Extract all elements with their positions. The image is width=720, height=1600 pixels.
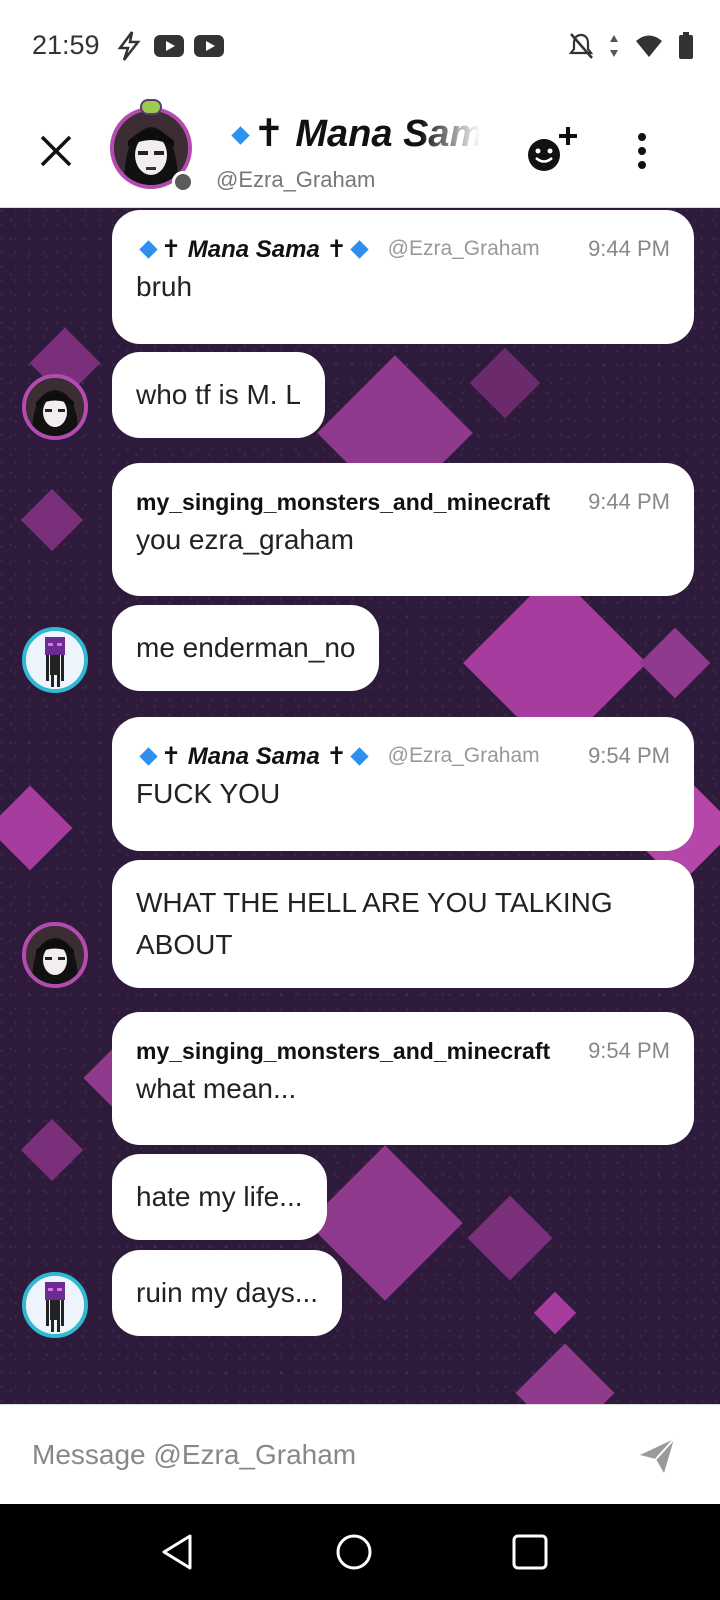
chat-header: ✝ Mana Sama ✝ @Ezra_Graham xyxy=(0,95,720,208)
avatar-image xyxy=(26,1276,84,1334)
background-pattern xyxy=(469,347,541,419)
add-friend-icon[interactable] xyxy=(526,125,582,175)
system-navigation-bar xyxy=(0,1504,720,1600)
avatar-image xyxy=(26,378,84,436)
message-bubble[interactable]: ✝ Mana Sama ✝ @Ezra_Graham 9:44 PM bruh xyxy=(112,210,694,344)
diamond-icon xyxy=(231,126,250,146)
message-bubble[interactable]: hate my life... xyxy=(112,1154,327,1240)
youtube-icon xyxy=(154,35,184,57)
sender-name[interactable]: ✝ Mana Sama ✝ xyxy=(161,742,347,771)
chat-messages-area[interactable]: ✝ Mana Sama ✝ @Ezra_Graham 9:44 PM bruh … xyxy=(0,208,720,1404)
status-icons-right xyxy=(568,32,694,60)
data-arrows-icon xyxy=(610,35,618,57)
notifications-off-icon xyxy=(568,33,594,59)
sender-name[interactable]: ✝ Mana Sama ✝ xyxy=(161,235,347,264)
diamond-icon xyxy=(349,239,369,259)
avatar[interactable] xyxy=(22,627,88,693)
message-bubble[interactable]: ruin my days... xyxy=(112,1250,343,1336)
sender-name[interactable]: my_singing_monsters_and_minecraft xyxy=(136,489,550,516)
frame-badge-icon xyxy=(140,99,162,115)
message-text: hate my life... xyxy=(136,1181,303,1212)
message-bubble[interactable]: me enderman_no xyxy=(112,605,380,691)
message-time: 9:44 PM xyxy=(588,489,670,514)
more-options-icon[interactable] xyxy=(630,131,654,171)
message-bubble[interactable]: my_singing_monsters_and_minecraft 9:44 P… xyxy=(112,463,694,596)
avatar[interactable] xyxy=(22,1272,88,1338)
back-icon[interactable] xyxy=(158,1532,198,1572)
background-pattern xyxy=(533,1291,577,1335)
avatar-image xyxy=(26,631,84,689)
message-text: you ezra_graham xyxy=(136,524,354,555)
message-text: me enderman_no xyxy=(136,632,356,663)
message-time: 9:54 PM xyxy=(588,1038,670,1063)
message-text: bruh xyxy=(136,271,193,302)
message-bubble[interactable]: my_singing_monsters_and_minecraft 9:54 P… xyxy=(112,1012,694,1145)
status-indicator xyxy=(172,171,194,193)
message-time: 9:54 PM xyxy=(588,743,670,768)
message-bubble[interactable]: WHAT THE HELL ARE YOU TALKING ABOUT xyxy=(112,860,694,988)
message-bubble[interactable]: who tf is M. L xyxy=(112,352,325,438)
background-pattern xyxy=(0,785,73,871)
message-text: who tf is M. L xyxy=(136,379,301,410)
background-pattern xyxy=(20,1118,84,1182)
send-icon[interactable] xyxy=(638,1437,676,1475)
message-bubble[interactable]: ✝ Mana Sama ✝ @Ezra_Graham 9:54 PM FUCK … xyxy=(112,717,694,851)
avatar[interactable] xyxy=(22,374,88,440)
message-time: 9:44 PM xyxy=(588,236,670,261)
message-meta: my_singing_monsters_and_minecraft 9:54 P… xyxy=(136,1034,670,1068)
diamond-icon xyxy=(139,746,158,766)
background-pattern xyxy=(20,488,84,552)
sender-name[interactable]: my_singing_monsters_and_minecraft xyxy=(136,1038,550,1065)
avatar-image xyxy=(26,926,84,984)
message-meta: ✝ Mana Sama ✝ @Ezra_Graham 9:54 PM xyxy=(136,739,670,773)
name-fade xyxy=(420,111,480,161)
youtube-icon xyxy=(194,35,224,57)
diamond-icon xyxy=(139,239,158,259)
home-icon[interactable] xyxy=(334,1532,374,1572)
status-icons-left xyxy=(114,30,224,62)
message-input[interactable] xyxy=(32,1427,592,1483)
message-text: WHAT THE HELL ARE YOU TALKING ABOUT xyxy=(136,887,613,960)
message-meta: my_singing_monsters_and_minecraft 9:44 P… xyxy=(136,485,670,519)
diamond-icon xyxy=(349,746,369,766)
header-handle: @Ezra_Graham xyxy=(216,167,376,192)
message-text: FUCK YOU xyxy=(136,778,281,809)
status-bar: 21:59 xyxy=(0,0,720,95)
flash-icon xyxy=(117,31,141,61)
close-icon[interactable] xyxy=(36,131,76,171)
background-pattern xyxy=(467,1195,553,1281)
recent-apps-icon[interactable] xyxy=(510,1532,550,1572)
avatar[interactable] xyxy=(22,922,88,988)
battery-icon xyxy=(679,32,693,59)
message-composer xyxy=(0,1404,720,1504)
sender-handle: @Ezra_Graham xyxy=(387,744,540,767)
background-pattern xyxy=(515,1343,615,1404)
status-time: 21:59 xyxy=(32,30,100,60)
message-meta: ✝ Mana Sama ✝ @Ezra_Graham 9:44 PM xyxy=(136,232,670,266)
sender-handle: @Ezra_Graham xyxy=(387,237,540,260)
message-text: ruin my days... xyxy=(136,1277,319,1308)
background-pattern xyxy=(639,627,711,699)
message-text: what mean... xyxy=(136,1073,297,1104)
wifi-icon xyxy=(636,35,662,57)
